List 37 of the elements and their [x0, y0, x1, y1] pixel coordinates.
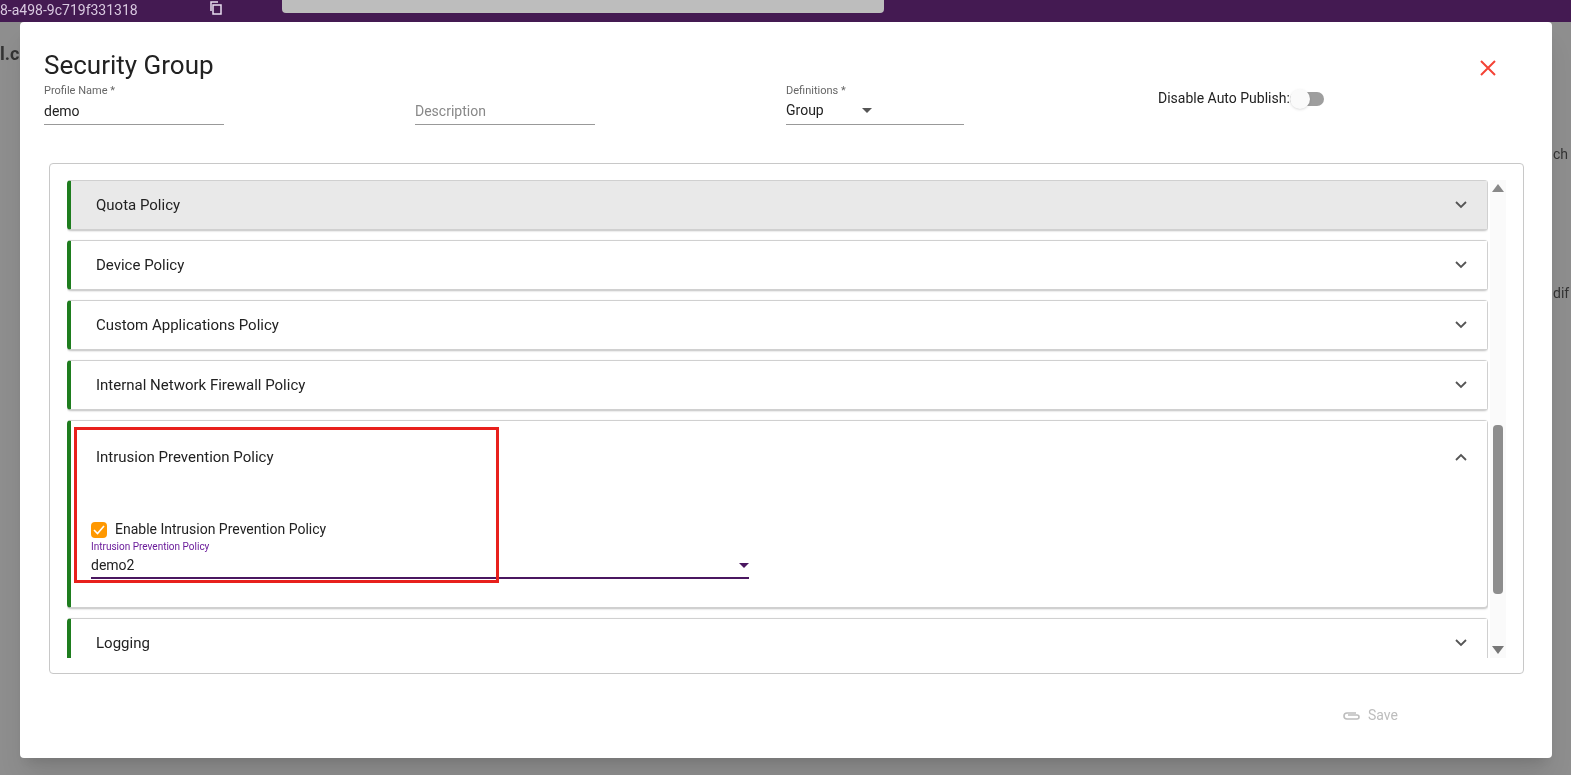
- background-text: dif: [1553, 284, 1570, 303]
- policy-select[interactable]: demo2: [91, 553, 749, 579]
- panel-header[interactable]: Internal Network Firewall Policy: [71, 361, 1487, 409]
- chevron-icon: [1455, 321, 1467, 329]
- panel-header[interactable]: Device Policy: [71, 241, 1487, 289]
- copy-icon[interactable]: [209, 1, 223, 15]
- dialog-title: Security Group: [44, 49, 214, 82]
- cluster-id: 8-a498-9c719f331318: [0, 2, 138, 18]
- chevron-icon: [1455, 201, 1467, 209]
- toggle-label: Disable Auto Publish:: [1158, 89, 1290, 108]
- field-label: Intrusion Prevention Policy: [91, 541, 211, 553]
- field-label: Profile Name *: [44, 84, 116, 97]
- chevron-icon: [1455, 453, 1467, 461]
- panel-header[interactable]: Custom Applications Policy: [71, 301, 1487, 349]
- dropdown-arrow-icon: [862, 108, 872, 113]
- chevron-icon: [1455, 261, 1467, 269]
- definitions-select[interactable]: Group: [786, 97, 964, 125]
- field-label: Definitions *: [786, 84, 847, 97]
- panel-header[interactable]: Quota Policy: [71, 181, 1487, 229]
- auto-publish-toggle[interactable]: [1289, 88, 1326, 109]
- background-text: ch: [1553, 145, 1569, 164]
- checkbox[interactable]: [91, 521, 107, 538]
- scroll-down-icon[interactable]: [1492, 646, 1504, 654]
- panel-header[interactable]: Logging: [71, 619, 1487, 658]
- checkbox-label: Enable Intrusion Prevention Policy: [115, 520, 327, 539]
- scroll-up-icon[interactable]: [1492, 184, 1504, 192]
- text-field[interactable]: demo: [44, 97, 224, 125]
- panel-header[interactable]: Intrusion Prevention Policy: [71, 421, 1487, 481]
- dropdown-arrow-icon: [739, 562, 749, 568]
- scrollbar-thumb[interactable]: [1493, 425, 1503, 594]
- chevron-icon: [1455, 639, 1467, 647]
- background-text: l.c: [0, 42, 20, 66]
- scrollbar[interactable]: [1490, 180, 1506, 658]
- chevron-icon: [1455, 381, 1467, 389]
- close-button[interactable]: [1478, 58, 1498, 78]
- description-field[interactable]: Description: [415, 97, 595, 125]
- paperclip-icon: [1342, 709, 1363, 722]
